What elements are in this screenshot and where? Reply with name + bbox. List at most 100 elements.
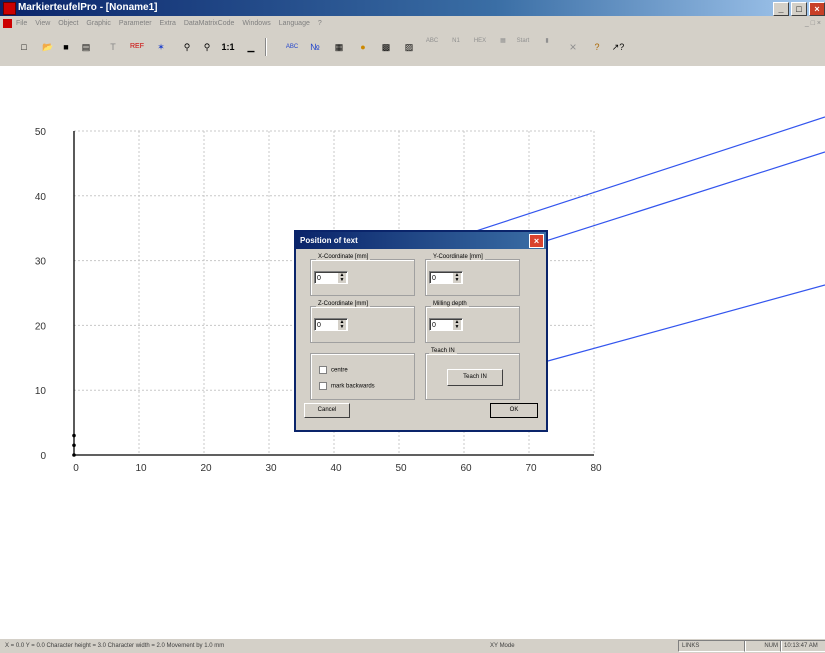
z-coordinate-label: Z-Coordinate [mm] bbox=[316, 301, 371, 307]
matrix-icon[interactable]: ▦ bbox=[493, 37, 513, 57]
ok-button[interactable]: OK bbox=[490, 403, 538, 418]
mdi-controls[interactable]: _ □ × bbox=[805, 16, 821, 32]
import-icon[interactable]: ▤ bbox=[76, 37, 96, 57]
menu-help[interactable]: ? bbox=[318, 20, 322, 27]
position-of-text-dialog: Position of text × X-Coordinate [mm] 0 ▲… bbox=[294, 230, 548, 432]
z-spinner-arrows[interactable]: ▲ ▼ bbox=[338, 320, 346, 330]
y-tick-label: 30 bbox=[35, 257, 47, 268]
n1-icon[interactable]: N1 bbox=[446, 37, 466, 57]
save-icon[interactable]: ■ bbox=[56, 37, 76, 57]
x-tick-label: 70 bbox=[525, 463, 537, 474]
status-links: LINKS bbox=[678, 640, 746, 652]
options-group: centre mark backwards bbox=[310, 353, 415, 400]
document-icon[interactable] bbox=[3, 19, 12, 28]
menu-graphic[interactable]: Graphic bbox=[86, 20, 111, 27]
delete-icon[interactable]: × bbox=[563, 37, 583, 57]
x-coordinate-value: 0 bbox=[317, 275, 321, 282]
app-icon bbox=[3, 2, 16, 15]
x-tick-label: 50 bbox=[395, 463, 407, 474]
open-icon[interactable]: 📂 bbox=[38, 37, 58, 57]
origin-marker-point bbox=[72, 433, 76, 438]
toolbar: □ 📂 ■ ▤ T REF ✶ ⚲ ⚲ 1:1 ▁ ABC № ▦ ● ▩ ▨ … bbox=[0, 32, 825, 67]
barcode-icon[interactable]: ▨ bbox=[399, 37, 419, 57]
x-tick-label: 0 bbox=[73, 463, 79, 474]
milling-depth-value: 0 bbox=[432, 322, 436, 329]
table-icon[interactable]: ▦ bbox=[329, 37, 349, 57]
ruler-icon[interactable]: ▁ bbox=[241, 37, 261, 57]
teach-in-button[interactable]: Teach IN bbox=[447, 369, 503, 386]
status-time: 10:13:47 AM bbox=[780, 640, 825, 652]
mark-backwards-checkbox-box[interactable] bbox=[319, 382, 327, 390]
window-title: MarkierteufelPro - [Noname1] bbox=[18, 2, 158, 13]
milling-depth-label: Milling depth bbox=[431, 301, 469, 307]
z-coordinate-group: Z-Coordinate [mm] 0 ▲ ▼ bbox=[310, 301, 415, 343]
dialog-title-bar: Position of text × bbox=[296, 232, 546, 249]
status-num: NUM bbox=[744, 640, 782, 652]
start-icon[interactable]: Start bbox=[513, 37, 533, 57]
teach-in-group: Teach IN Teach IN bbox=[425, 348, 520, 400]
z-coordinate-input[interactable]: 0 ▲ ▼ bbox=[314, 318, 348, 331]
help-icon[interactable]: ? bbox=[587, 37, 607, 57]
minimize-button[interactable]: _ bbox=[773, 2, 789, 16]
y-tick-label: 50 bbox=[35, 127, 47, 138]
abc-icon[interactable]: ABC bbox=[282, 37, 302, 57]
x-spinner-arrows[interactable]: ▲ ▼ bbox=[338, 273, 346, 283]
menu-view[interactable]: View bbox=[35, 20, 50, 27]
dialog-title: Position of text bbox=[300, 236, 358, 245]
ref-icon[interactable]: REF bbox=[127, 37, 147, 57]
x-coordinate-group: X-Coordinate [mm] 0 ▲ ▼ bbox=[310, 254, 415, 296]
centre-label: centre bbox=[331, 367, 348, 374]
milling-depth-group: Milling depth 0 ▲ ▼ bbox=[425, 301, 520, 343]
dialog-close-button[interactable]: × bbox=[529, 234, 544, 248]
milling-depth-input[interactable]: 0 ▲ ▼ bbox=[429, 318, 463, 331]
y-tick-label: 20 bbox=[35, 321, 47, 332]
abc-small-icon[interactable]: ABC bbox=[422, 37, 442, 57]
stop-icon[interactable]: ▮ bbox=[537, 37, 557, 57]
maximize-button[interactable]: □ bbox=[791, 2, 807, 16]
menu-object[interactable]: Object bbox=[58, 20, 78, 27]
hex-icon[interactable]: HEX bbox=[470, 37, 490, 57]
y-tick-label: 40 bbox=[35, 192, 47, 203]
color-icon[interactable]: ● bbox=[353, 37, 373, 57]
y-coordinate-label: Y-Coordinate [mm] bbox=[431, 254, 485, 260]
menu-language[interactable]: Language bbox=[279, 20, 310, 27]
x-coordinate-label: X-Coordinate [mm] bbox=[316, 254, 371, 260]
x-tick-label: 60 bbox=[460, 463, 472, 474]
menu-datamatrixcode[interactable]: DataMatrixCode bbox=[184, 20, 235, 27]
close-button[interactable]: × bbox=[809, 2, 825, 16]
menu-parameter[interactable]: Parameter bbox=[119, 20, 152, 27]
cancel-button[interactable]: Cancel bbox=[304, 403, 350, 418]
mark-backwards-label: mark backwards bbox=[331, 383, 375, 390]
menu-extra[interactable]: Extra bbox=[160, 20, 176, 27]
menu-file[interactable]: File bbox=[16, 20, 27, 27]
teach-in-group-label: Teach IN bbox=[429, 348, 457, 354]
origin-marker-point bbox=[72, 443, 76, 448]
milling-spinner-arrows[interactable]: ▲ ▼ bbox=[453, 320, 461, 330]
z-coordinate-value: 0 bbox=[317, 322, 321, 329]
title-bar: MarkierteufelPro - [Noname1] _ □ × bbox=[0, 0, 825, 16]
y-tick-label: 0 bbox=[40, 451, 46, 462]
status-coordinates: X = 0.0 Y = 0.0 Character height = 3.0 C… bbox=[5, 643, 225, 649]
origin-marker-point bbox=[72, 453, 76, 457]
scan-icon[interactable]: ✶ bbox=[151, 37, 171, 57]
x-tick-label: 40 bbox=[330, 463, 342, 474]
menu-windows[interactable]: Windows bbox=[242, 20, 270, 27]
mark-backwards-checkbox[interactable]: mark backwards bbox=[319, 382, 375, 391]
whatsthis-icon[interactable]: ↗? bbox=[608, 37, 628, 57]
zoom-1to1-icon[interactable]: 1:1 bbox=[218, 37, 238, 57]
y-coordinate-group: Y-Coordinate [mm] 0 ▲ ▼ bbox=[425, 254, 520, 296]
text-icon[interactable]: T bbox=[103, 37, 123, 57]
x-tick-label: 80 bbox=[590, 463, 602, 474]
counter-icon[interactable]: № bbox=[305, 37, 325, 57]
zoom-in-icon[interactable]: ⚲ bbox=[177, 37, 197, 57]
zoom-out-icon[interactable]: ⚲ bbox=[197, 37, 217, 57]
y-spinner-arrows[interactable]: ▲ ▼ bbox=[453, 273, 461, 283]
centre-checkbox-box[interactable] bbox=[319, 366, 327, 374]
x-tick-label: 10 bbox=[135, 463, 147, 474]
new-icon[interactable]: □ bbox=[14, 37, 34, 57]
x-coordinate-input[interactable]: 0 ▲ ▼ bbox=[314, 271, 348, 284]
centre-checkbox[interactable]: centre bbox=[319, 366, 348, 375]
status-mode: XY Mode bbox=[490, 643, 515, 649]
y-coordinate-input[interactable]: 0 ▲ ▼ bbox=[429, 271, 463, 284]
bitmap-icon[interactable]: ▩ bbox=[376, 37, 396, 57]
